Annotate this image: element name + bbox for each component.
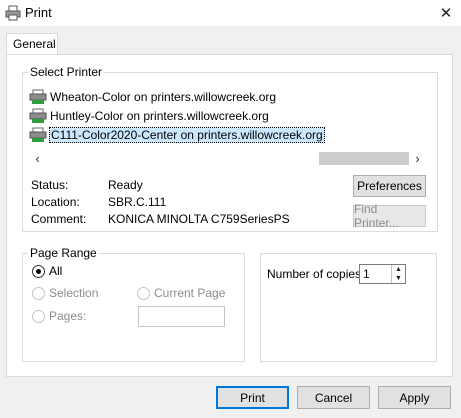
printer-icon [5, 5, 21, 21]
radio-checked-icon [32, 264, 45, 278]
range-all-radio[interactable]: All [32, 264, 62, 278]
page-range-title: Page Range [28, 246, 99, 260]
radio-icon [32, 309, 45, 323]
print-button[interactable]: Print [216, 386, 289, 409]
title-bar [0, 0, 461, 26]
printer-name: Wheaton-Color on printers.willowcreek.or… [50, 90, 277, 104]
pages-input[interactable] [138, 306, 225, 327]
range-selection-radio[interactable]: Selection [32, 286, 98, 300]
close-button[interactable]: ✕ [431, 0, 461, 26]
printer-item-c111[interactable]: C111-Color2020-Center on printers.willow… [29, 125, 325, 145]
range-pages-radio[interactable]: Pages: [32, 309, 86, 323]
radio-icon [32, 286, 45, 300]
copies-value: 1 [363, 267, 370, 281]
network-printer-icon [29, 127, 47, 143]
location-label: Location: [31, 195, 80, 209]
select-printer-title: Select Printer [28, 65, 105, 79]
range-all-label: All [49, 264, 63, 278]
scrollbar-thumb[interactable] [319, 152, 409, 165]
network-printer-icon [29, 89, 47, 105]
range-selection-label: Selection [49, 286, 99, 300]
status-value: Ready [108, 178, 143, 192]
spin-down-icon[interactable]: ▼ [391, 274, 405, 283]
scroll-right-icon[interactable]: › [409, 150, 426, 167]
apply-button[interactable]: Apply [378, 386, 451, 409]
network-printer-icon [29, 108, 47, 124]
tab-general[interactable]: General [6, 33, 58, 55]
printer-item-huntley[interactable]: Huntley-Color on printers.willowcreek.or… [29, 106, 270, 126]
range-pages-label: Pages: [49, 309, 87, 323]
scroll-left-icon[interactable]: ‹ [29, 150, 46, 167]
preferences-button[interactable]: Preferences [353, 175, 426, 197]
close-icon: ✕ [439, 5, 453, 22]
comment-label: Comment: [31, 212, 87, 226]
status-label: Status: [31, 178, 69, 192]
range-current-page-label: Current Page [154, 286, 226, 300]
horizontal-scrollbar[interactable]: ‹ › [29, 150, 426, 167]
window-title: Print [25, 5, 52, 20]
printer-name: C111-Color2020-Center on printers.willow… [49, 127, 325, 143]
cancel-button[interactable]: Cancel [297, 386, 370, 409]
spin-up-icon[interactable]: ▲ [391, 265, 405, 274]
location-value: SBR.C.111 [108, 195, 167, 209]
printer-list[interactable]: Wheaton-Color on printers.willowcreek.or… [29, 85, 426, 149]
comment-value: KONICA MINOLTA C759SeriesPS [108, 212, 290, 226]
printer-name: Huntley-Color on printers.willowcreek.or… [50, 109, 269, 123]
range-current-page-radio[interactable]: Current Page [137, 286, 225, 300]
find-printer-button[interactable]: Find Printer... [353, 202, 426, 230]
copies-stepper[interactable]: 1 ▲ ▼ [359, 264, 406, 284]
radio-icon [137, 286, 150, 300]
printer-item-wheaton[interactable]: Wheaton-Color on printers.willowcreek.or… [29, 87, 277, 107]
copies-label: Number of copies: [267, 267, 365, 281]
